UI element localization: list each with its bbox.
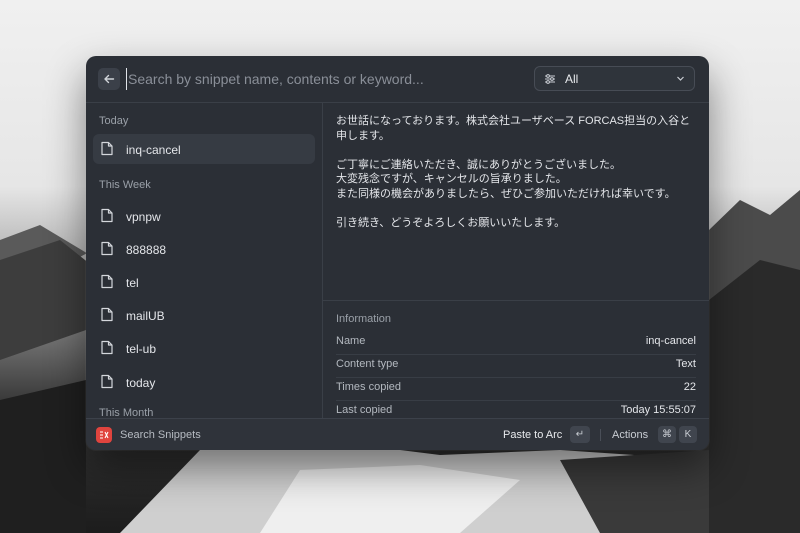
document-icon	[101, 274, 113, 289]
info-row-content-type: Content type Text	[336, 354, 696, 378]
information-title: Information	[336, 313, 392, 325]
list-item-label: today	[126, 376, 156, 390]
info-key: Content type	[336, 358, 399, 370]
list-item[interactable]: 888888	[93, 234, 315, 264]
list-item-label: vpnpw	[126, 210, 161, 224]
snippet-list: Today inq-cancel This Week vpnpw 888888 …	[86, 103, 323, 418]
enter-key-hint: ↵	[570, 426, 590, 443]
info-key: Last copied	[336, 404, 393, 416]
section-label-today: Today	[99, 115, 129, 127]
info-value: Today 15:55:07	[620, 404, 696, 416]
filter-label: All	[565, 71, 579, 86]
arrow-left-icon	[104, 74, 115, 84]
info-row-name: Name inq-cancel	[336, 331, 696, 355]
info-row-times-copied: Times copied 22	[336, 377, 696, 401]
info-value: 22	[683, 381, 696, 393]
back-button[interactable]	[98, 68, 120, 90]
document-icon	[101, 141, 113, 156]
search-input[interactable]	[126, 68, 528, 90]
document-icon	[101, 307, 113, 322]
snippet-preview: お世話になっております。株式会社ユーザベース FORCAS担当の入谷と 申します…	[336, 115, 691, 229]
document-icon	[101, 241, 113, 256]
list-item-label: tel-ub	[126, 342, 157, 356]
document-icon	[101, 340, 113, 355]
actions-button[interactable]: Actions	[612, 429, 648, 441]
list-item-label: mailUB	[126, 309, 165, 323]
section-label-this-month: This Month	[99, 407, 154, 418]
list-item-label: tel	[126, 276, 139, 290]
list-item[interactable]: tel	[93, 267, 315, 297]
info-key: Name	[336, 335, 366, 347]
footer-title: Search Snippets	[120, 429, 201, 441]
list-item-label: 888888	[126, 243, 167, 257]
snippets-app-icon	[96, 427, 112, 443]
paste-action-button[interactable]: Paste to Arc	[503, 429, 562, 441]
divider	[323, 300, 709, 301]
command-key-hint: ⌘	[658, 426, 676, 443]
list-item[interactable]: inq-cancel	[93, 134, 315, 164]
search-bar: All	[86, 56, 709, 103]
info-value: Text	[675, 358, 696, 370]
list-item-label: inq-cancel	[126, 143, 181, 157]
chevron-down-icon	[677, 76, 684, 81]
list-item[interactable]: tel-ub	[93, 333, 315, 363]
list-item[interactable]: vpnpw	[93, 201, 315, 231]
document-icon	[101, 208, 113, 223]
list-item[interactable]: today	[93, 367, 315, 397]
sliders-icon	[545, 73, 555, 84]
list-item[interactable]: mailUB	[93, 300, 315, 330]
snippets-window: All Today inq-cancel This Week vpnpw 888…	[86, 56, 709, 450]
action-bar: Search Snippets Paste to Arc ↵ Actions ⌘…	[86, 418, 709, 450]
k-key-hint: K	[679, 426, 697, 443]
filter-dropdown[interactable]: All	[534, 66, 695, 91]
divider	[600, 429, 601, 441]
section-label-this-week: This Week	[99, 179, 151, 191]
document-icon	[101, 374, 113, 389]
info-value: inq-cancel	[645, 335, 696, 347]
info-key: Times copied	[336, 381, 402, 393]
